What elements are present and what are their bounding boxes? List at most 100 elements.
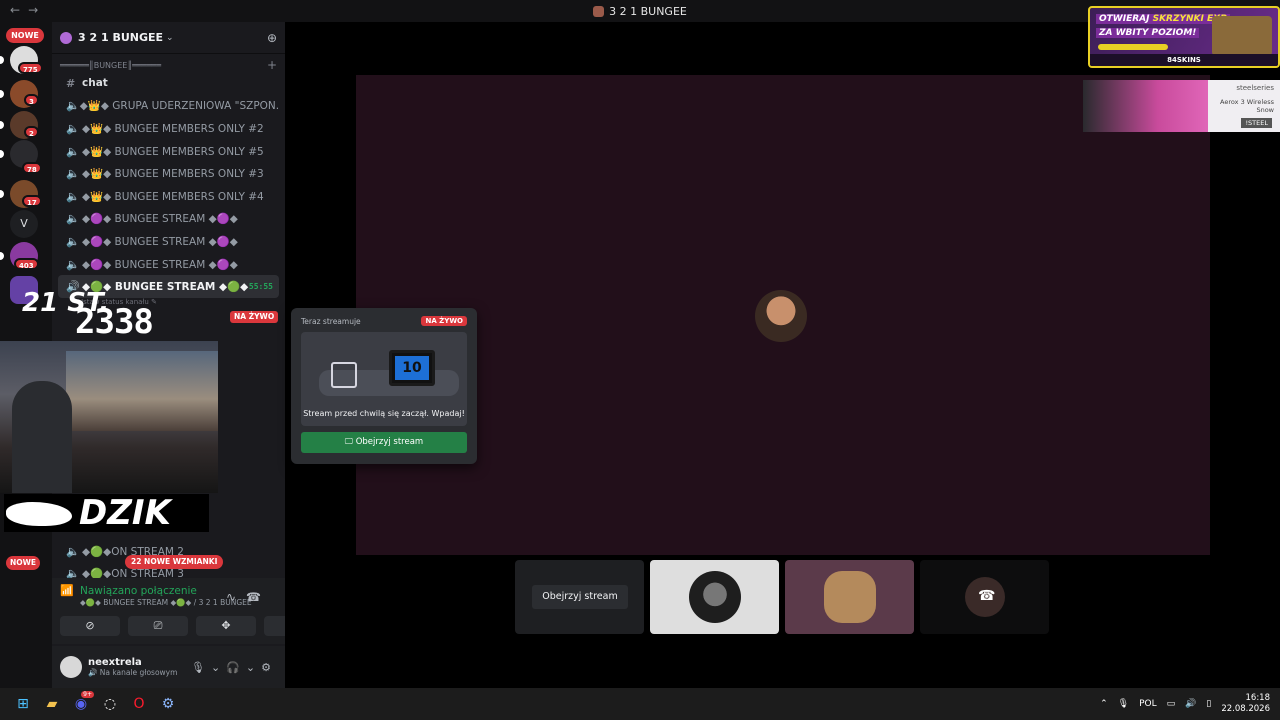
speaker-avatar[interactable] <box>755 290 807 342</box>
channel-chat[interactable]: # chat <box>58 72 279 95</box>
gear-icon[interactable]: ⚙ <box>261 661 277 674</box>
speaker-icon: 🔈 <box>66 144 80 158</box>
voice-channel[interactable]: 🔈 ◆👑◆ BUNGEE MEMBERS ONLY #3 <box>58 162 279 185</box>
taskbar: ⊞ ▰ ◉ 9+ ◌ O ⚙ ⌃ 🎙 POL ▭ 🔊 ▯ 16:18 22.08.… <box>0 688 1280 720</box>
volume-icon[interactable]: 🔊 <box>1185 699 1196 709</box>
server-letter-v[interactable]: V <box>10 210 38 238</box>
windows-start-icon[interactable]: ⊞ <box>10 691 36 717</box>
server-header[interactable]: 3 2 1 BUNGEE ⌄ ⊕ <box>52 22 285 54</box>
ad-product: Aerox 3 Wireless Snow <box>1220 98 1274 114</box>
chevron-down-icon: ⌄ <box>166 32 174 43</box>
channel-label: ◆👑◆ BUNGEE MEMBERS ONLY #5 <box>82 145 264 158</box>
microphone-icon[interactable]: 🎙 <box>1118 699 1129 709</box>
voice-channel[interactable]: 🔈 ◆🟣◆ BUNGEE STREAM ◆🟣◆ <box>58 253 279 276</box>
server-badge-1: 775 <box>18 62 43 74</box>
stage-tile[interactable] <box>356 75 1210 555</box>
noise-suppression-icon[interactable]: ∿ <box>226 590 246 604</box>
new-mentions-pill[interactable]: 22 NOWE WZMIANKI <box>125 555 224 569</box>
add-channel-icon[interactable]: + <box>267 58 277 72</box>
voice-channel[interactable]: 🔈 ◆👑◆ BUNGEE MEMBERS ONLY #2 <box>58 117 279 140</box>
ad-line-1: OTWIERAJ SKRZYNKI EXP <box>1096 14 1230 24</box>
tv-screen: 10 <box>395 356 429 380</box>
voice-channel[interactable]: 🔈 ◆🟣◆ BUNGEE STREAM ◆🟣◆ <box>58 230 279 253</box>
speaker-icon: 🔈 <box>66 544 80 558</box>
ad-banner-skins[interactable]: OTWIERAJ SKRZYNKI EXP ZA WBITY POZIOM! 8… <box>1088 6 1280 68</box>
app-icon[interactable]: ◌ <box>97 691 123 717</box>
camera-button[interactable]: ⊘ <box>60 616 120 636</box>
avatar <box>824 571 876 623</box>
streamer-overlay: 21 ST. 2338 DZIK <box>0 286 220 536</box>
watch-stream-tile-button[interactable]: Obejrzyj stream <box>532 585 628 609</box>
ad-brand: steelseries <box>1236 84 1274 92</box>
user-panel: neextrela 🔊 Na kanale głosowym 🎙⌄🎧⌄⚙ <box>52 646 285 688</box>
chevron-up-icon[interactable]: ⌃ <box>1100 699 1108 709</box>
participant-tile[interactable] <box>785 560 914 634</box>
channel-label: ◆🟣◆ BUNGEE STREAM ◆🟣◆ <box>82 213 238 226</box>
new-servers-pill-bottom[interactable]: NOWE <box>6 556 40 570</box>
voice-channel[interactable]: 🔈 ◆👑◆ BUNGEE MEMBERS ONLY #5 <box>58 140 279 163</box>
avatar[interactable] <box>60 656 82 678</box>
brand-text: DZIK <box>79 493 171 533</box>
clock[interactable]: 16:18 22.08.2026 <box>1221 693 1270 715</box>
history-nav[interactable]: ←→ <box>10 3 46 17</box>
disconnect-icon[interactable]: ☎ <box>246 590 271 604</box>
participant-tile[interactable]: ☎ <box>920 560 1049 634</box>
channel-label: ◆👑◆ BUNGEE MEMBERS ONLY #3 <box>82 168 264 181</box>
speaker-icon: 🔈 <box>66 257 80 271</box>
boar-logo-icon <box>6 502 72 526</box>
tv-icon: 10 <box>389 350 435 386</box>
folder-icon[interactable]: ▰ <box>39 691 65 717</box>
participant-tiles: Obejrzyj stream ☎ <box>515 560 1049 634</box>
popup-live-badge: NA ŻYWO <box>421 316 467 326</box>
speaker-icon: 🔈 <box>66 121 80 135</box>
signal-icon[interactable]: 📶 <box>60 584 80 597</box>
overlay-logo-number: 2338 <box>75 302 154 342</box>
user-info[interactable]: neextrela 🔊 Na kanale głosowym <box>88 657 177 677</box>
screen-icon: 🖵 <box>344 437 356 447</box>
new-servers-pill[interactable]: NOWE <box>6 28 44 43</box>
ad-line-2: ZA WBITY POZIOM! <box>1096 28 1200 38</box>
server-boost-icon <box>60 31 72 44</box>
voice-channel[interactable]: 🔈 ◆👑◆ GRUPA UDERZENIOWA "SZPON... <box>58 95 279 118</box>
overlay-brand: DZIK <box>4 494 209 532</box>
forward-arrow-icon[interactable]: → <box>28 3 46 17</box>
microphone-icon[interactable]: 🎙 <box>191 661 211 674</box>
mouse-product-image <box>1083 80 1208 132</box>
server-badge-2: 3 <box>24 94 39 106</box>
settings-gear-icon[interactable]: ⚙ <box>155 691 181 717</box>
chevron-down-icon[interactable]: ⌄ <box>246 661 261 674</box>
screen-share-icon: ⎚ <box>153 619 163 632</box>
add-member-icon[interactable]: ⊕ <box>267 31 277 45</box>
battery-icon[interactable]: ▯ <box>1206 699 1211 709</box>
discord-icon[interactable]: ◉ 9+ <box>68 691 94 717</box>
username: neextrela <box>88 657 142 668</box>
unread-dot <box>0 252 4 260</box>
ad-banner-steelseries[interactable]: steelseries Aerox 3 Wireless Snow !STEEL <box>1083 80 1280 132</box>
voice-channel[interactable]: 🔈 ◆👑◆ BUNGEE MEMBERS ONLY #4 <box>58 185 279 208</box>
watch-stream-button[interactable]: 🖵 Obejrzyj stream <box>301 432 467 453</box>
chevron-down-icon[interactable]: ⌄ <box>211 661 226 674</box>
headphones-icon[interactable]: 🎧 <box>226 661 246 674</box>
channel-category[interactable]: ══════║BUNGEE║══════ + <box>52 58 285 72</box>
back-arrow-icon[interactable]: ← <box>10 3 28 17</box>
stream-tile[interactable]: Obejrzyj stream <box>515 560 644 634</box>
voice-channel[interactable]: 🔈 ◆🟣◆ BUNGEE STREAM ◆🟣◆ <box>58 208 279 231</box>
chair-illustration <box>331 362 357 388</box>
window-city-view <box>66 351 218 431</box>
channel-timer: 55:55 <box>248 282 273 292</box>
channel-label: ◆🟣◆ BUNGEE STREAM ◆🟣◆ <box>82 235 238 248</box>
activities-button[interactable]: ✥ <box>196 616 256 636</box>
discord-badge: 9+ <box>81 691 94 698</box>
participant-tile[interactable] <box>650 560 779 634</box>
voice-status[interactable]: Nawiązano połączenie <box>80 585 197 597</box>
ad-tag: !STEEL <box>1241 118 1272 128</box>
monitor-icon[interactable]: ▭ <box>1167 699 1176 709</box>
category-label: ══════║BUNGEE║══════ <box>60 60 162 70</box>
server-icon <box>593 5 605 17</box>
opera-icon[interactable]: O <box>126 691 152 717</box>
server-badge-6: 403 <box>14 258 39 270</box>
language-indicator[interactable]: POL <box>1139 699 1157 709</box>
screen-share-button[interactable]: ⎚ <box>128 616 188 636</box>
speaker-icon: 🔈 <box>66 99 80 113</box>
live-badge: NA ŻYWO <box>230 311 279 323</box>
